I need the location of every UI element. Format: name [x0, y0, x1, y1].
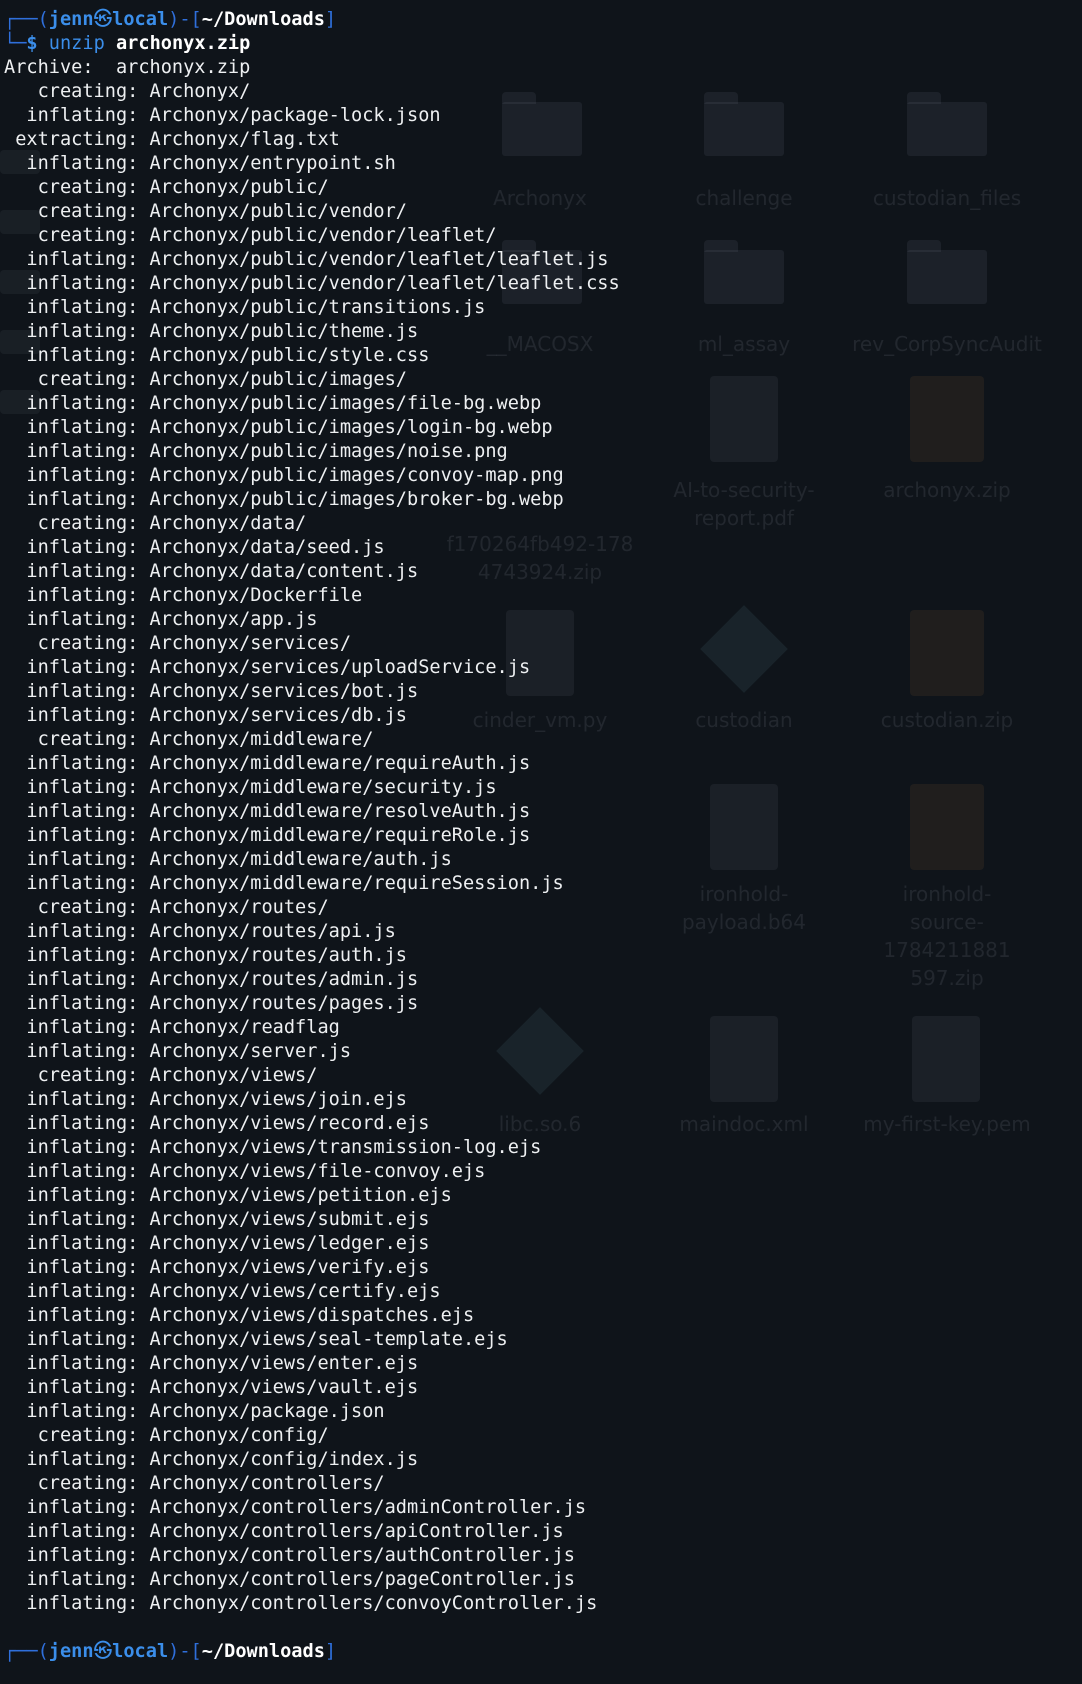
output-line: Archive: archonyx.zip — [4, 57, 251, 78]
output-line: inflating: Archonyx/data/content.js — [4, 561, 419, 582]
output-line: inflating: Archonyx/package.json — [4, 1401, 385, 1422]
output-line: inflating: Archonyx/views/dispatches.ejs — [4, 1305, 475, 1326]
output-line: inflating: Archonyx/views/certify.ejs — [4, 1281, 441, 1302]
output-line: inflating: Archonyx/middleware/resolveAu… — [4, 801, 531, 822]
output-line: inflating: Archonyx/routes/admin.js — [4, 969, 419, 990]
output-line: creating: Archonyx/controllers/ — [4, 1473, 385, 1494]
output-line: inflating: Archonyx/public/images/broker… — [4, 489, 564, 510]
output-line: creating: Archonyx/middleware/ — [4, 729, 374, 750]
output-line: inflating: Archonyx/views/file-convoy.ej… — [4, 1161, 486, 1182]
output-line: creating: Archonyx/public/vendor/ — [4, 201, 407, 222]
output-line: inflating: Archonyx/public/images/convoy… — [4, 465, 564, 486]
output-line: creating: Archonyx/config/ — [4, 1425, 329, 1446]
output-line: inflating: Archonyx/entrypoint.sh — [4, 153, 396, 174]
output-line: inflating: Archonyx/data/seed.js — [4, 537, 385, 558]
output-line: inflating: Archonyx/views/vault.ejs — [4, 1377, 419, 1398]
output-line: inflating: Archonyx/views/transmission-l… — [4, 1137, 542, 1158]
output-line: inflating: Archonyx/services/uploadServi… — [4, 657, 531, 678]
output-line: inflating: Archonyx/middleware/security.… — [4, 777, 497, 798]
output-line: creating: Archonyx/public/images/ — [4, 369, 407, 390]
output-line: inflating: Archonyx/public/images/file-b… — [4, 393, 542, 414]
output-line: inflating: Archonyx/server.js — [4, 1041, 352, 1062]
prompt-user: jenn — [48, 9, 94, 30]
prompt-cwd: ~/Downloads — [201, 1641, 325, 1662]
terminal-window[interactable]: ┌──(jenn㉿local)-[~/Downloads] └─$ unzip … — [0, 0, 1082, 1684]
output-line: inflating: Archonyx/views/petition.ejs — [4, 1185, 452, 1206]
output-line: inflating: Archonyx/controllers/apiContr… — [4, 1521, 564, 1542]
output-line: extracting: Archonyx/flag.txt — [4, 129, 340, 150]
output-line: inflating: Archonyx/views/ledger.ejs — [4, 1233, 430, 1254]
output-line: inflating: Archonyx/views/seal-template.… — [4, 1329, 508, 1350]
prompt-cwd: ~/Downloads — [201, 9, 325, 30]
prompt-host: local — [112, 9, 169, 30]
output-line: creating: Archonyx/services/ — [4, 633, 352, 654]
output-line: inflating: Archonyx/routes/auth.js — [4, 945, 407, 966]
output-line: inflating: Archonyx/public/images/noise.… — [4, 441, 508, 462]
output-line: creating: Archonyx/ — [4, 81, 251, 102]
output-line: inflating: Archonyx/app.js — [4, 609, 318, 630]
output-line: inflating: Archonyx/views/verify.ejs — [4, 1257, 430, 1278]
command-line: └─$ unzip archonyx.zip — [4, 33, 251, 54]
command-output: Archive: archonyx.zip creating: Archonyx… — [4, 56, 1082, 1616]
output-line: inflating: Archonyx/readflag — [4, 1017, 340, 1038]
output-line: inflating: Archonyx/middleware/requireAu… — [4, 753, 531, 774]
output-line: creating: Archonyx/data/ — [4, 513, 307, 534]
output-line: inflating: Archonyx/routes/api.js — [4, 921, 396, 942]
output-line: creating: Archonyx/routes/ — [4, 897, 329, 918]
output-line: inflating: Archonyx/views/enter.ejs — [4, 1353, 419, 1374]
output-line: inflating: Archonyx/package-lock.json — [4, 105, 441, 126]
output-line: inflating: Archonyx/public/vendor/leafle… — [4, 249, 609, 270]
output-line: inflating: Archonyx/public/images/login-… — [4, 417, 553, 438]
output-line: inflating: Archonyx/middleware/auth.js — [4, 849, 452, 870]
output-line: creating: Archonyx/public/vendor/leaflet… — [4, 225, 497, 246]
output-line: inflating: Archonyx/views/join.ejs — [4, 1089, 407, 1110]
output-line: inflating: Archonyx/views/submit.ejs — [4, 1209, 430, 1230]
prompt-host: local — [112, 1641, 169, 1662]
output-line: inflating: Archonyx/middleware/requireRo… — [4, 825, 531, 846]
output-line: inflating: Archonyx/controllers/authCont… — [4, 1545, 575, 1566]
output-line: inflating: Archonyx/routes/pages.js — [4, 993, 419, 1014]
output-line: inflating: Archonyx/services/bot.js — [4, 681, 419, 702]
output-line: inflating: Archonyx/middleware/requireSe… — [4, 873, 564, 894]
output-line: inflating: Archonyx/controllers/convoyCo… — [4, 1593, 598, 1614]
output-line: inflating: Archonyx/Dockerfile — [4, 585, 363, 606]
output-line: creating: Archonyx/public/ — [4, 177, 329, 198]
output-line: creating: Archonyx/views/ — [4, 1065, 318, 1086]
output-line: inflating: Archonyx/config/index.js — [4, 1449, 419, 1470]
prompt-user: jenn — [48, 1641, 94, 1662]
output-line: inflating: Archonyx/views/record.ejs — [4, 1113, 430, 1134]
command-argument: archonyx.zip — [115, 33, 251, 54]
prompt-line: ┌──(jenn㉿local)-[~/Downloads] — [4, 9, 337, 30]
output-line: inflating: Archonyx/public/transitions.j… — [4, 297, 486, 318]
output-line: inflating: Archonyx/public/style.css — [4, 345, 430, 366]
output-line: inflating: Archonyx/controllers/adminCon… — [4, 1497, 587, 1518]
prompt-line: ┌──(jenn㉿local)-[~/Downloads] — [4, 1641, 337, 1662]
output-line: inflating: Archonyx/public/theme.js — [4, 321, 419, 342]
output-line: inflating: Archonyx/controllers/pageCont… — [4, 1569, 575, 1590]
output-line: inflating: Archonyx/public/vendor/leafle… — [4, 273, 620, 294]
command-name: unzip — [48, 33, 105, 54]
output-line: inflating: Archonyx/services/db.js — [4, 705, 407, 726]
